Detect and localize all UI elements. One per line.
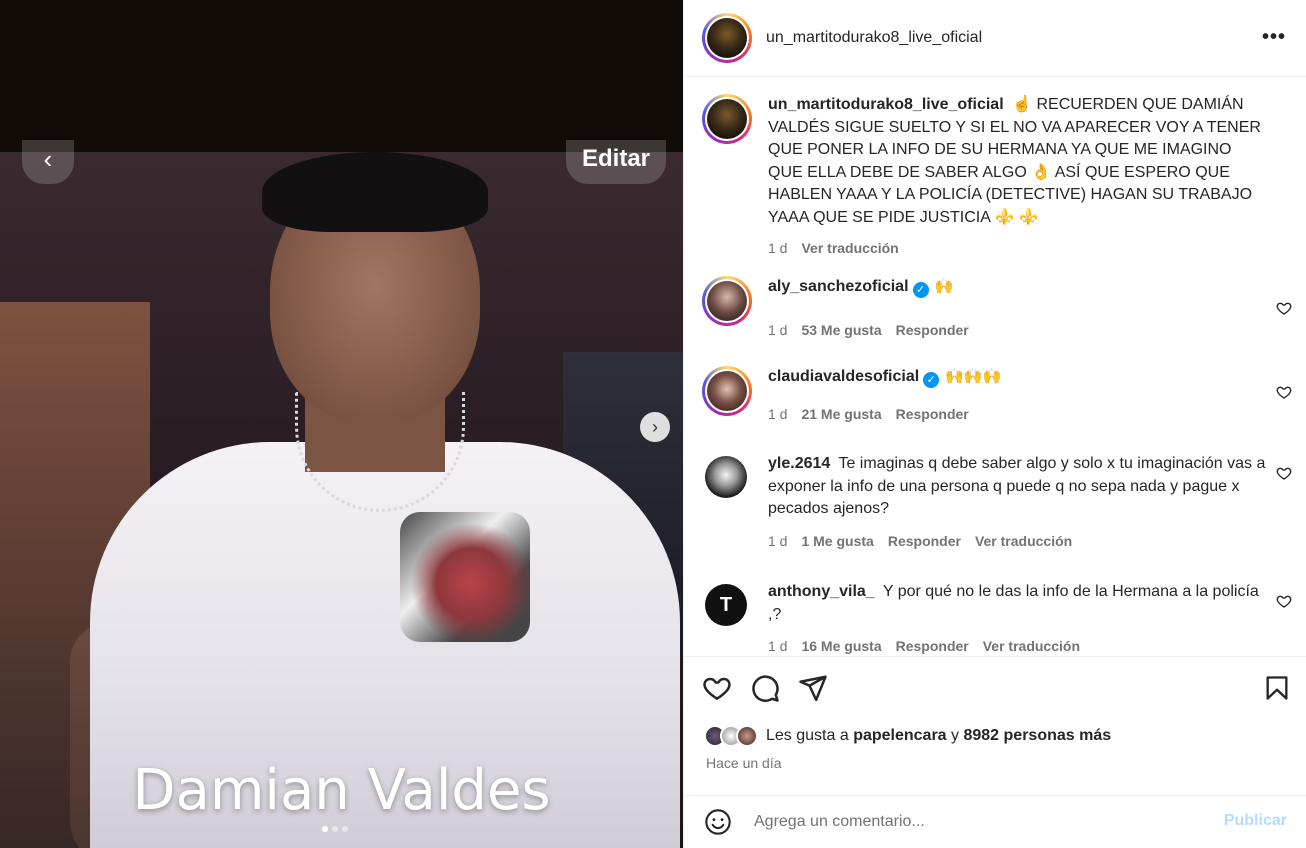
comment-text-block: claudiavaldesoficial ✓ 🙌🙌🙌 [768, 366, 1262, 389]
more-options-icon[interactable]: ••• [1262, 26, 1286, 49]
chevron-right-icon: › [652, 417, 658, 437]
save-button[interactable] [1263, 673, 1291, 703]
verified-badge-icon: ✓ [912, 282, 929, 298]
comment-reply-button[interactable]: Responder [896, 638, 969, 654]
comment-text: 🙌 [934, 278, 954, 295]
heart-icon[interactable] [702, 673, 732, 703]
caption-time[interactable]: 1 d [768, 240, 787, 256]
comment-time[interactable]: 1 d [768, 406, 787, 422]
caption-meta: 1 d Ver traducción [768, 240, 899, 256]
carousel-dot [342, 826, 348, 832]
commenter-avatar[interactable] [702, 453, 752, 503]
commenter-avatar[interactable] [702, 276, 752, 326]
carousel-dot [332, 826, 338, 832]
comment-text-block: yle.2614 Te imaginas q debe saber algo y… [768, 453, 1268, 521]
comment-input[interactable] [754, 809, 1194, 835]
carousel-next-button[interactable]: › [640, 412, 670, 442]
likes-conjunction: y [951, 727, 960, 744]
bookmark-icon[interactable] [1263, 673, 1291, 703]
action-icons [702, 673, 828, 703]
comment-text: Te imaginas q debe saber algo y solo x t… [768, 455, 1266, 517]
comment-translate[interactable]: Ver traducción [975, 533, 1072, 549]
comment-meta: 1 d 53 Me gusta Responder [768, 322, 969, 338]
comment-translate[interactable]: Ver traducción [983, 638, 1080, 654]
photo-caption-text: Damian Valdes [132, 758, 551, 823]
comment-meta: 1 d 1 Me gusta Responder Ver traducción [768, 533, 1072, 549]
caption-text: ☝️ RECUERDEN QUE DAMIÁN VALDÉS SIGUE SUE… [768, 96, 1261, 226]
publish-button[interactable]: Publicar [1224, 812, 1287, 830]
emoji-icon[interactable] [704, 808, 732, 836]
comment-meta: 1 d 21 Me gusta Responder [768, 406, 969, 422]
comment-likes[interactable]: 16 Me gusta [801, 638, 881, 654]
comment-reply-button[interactable]: Responder [896, 406, 969, 422]
comment-icon[interactable] [750, 673, 780, 703]
comment-likes[interactable]: 21 Me gusta [801, 406, 881, 422]
likes-user[interactable]: papelencara [853, 727, 946, 745]
comment-likes[interactable]: 53 Me gusta [801, 322, 881, 338]
comment-reply-button[interactable]: Responder [896, 322, 969, 338]
comments-list[interactable]: un_martitodurako8_live_oficial ☝️ RECUER… [684, 78, 1306, 656]
comment-reply-button[interactable]: Responder [888, 533, 961, 549]
caption-avatar[interactable] [702, 94, 752, 144]
likes-others[interactable]: 8982 personas más [963, 727, 1111, 745]
commenter-avatar[interactable]: T [702, 581, 752, 631]
photo-hair [262, 152, 488, 232]
media-letterbox [0, 0, 683, 152]
comment-text: 🙌🙌🙌 [945, 368, 1002, 385]
comment-likes[interactable]: 1 Me gusta [801, 533, 873, 549]
comment-time[interactable]: 1 d [768, 533, 787, 549]
photo-edit-label: Editar [566, 140, 666, 184]
comment-username[interactable]: claudiavaldesoficial [768, 368, 919, 385]
post-media: ‹ Editar Damian Valdes › [0, 0, 683, 848]
share-icon[interactable] [798, 673, 828, 703]
carousel-dot [322, 826, 328, 832]
comment-text-block: anthony_vila_ Y por qué no le das la inf… [768, 581, 1268, 626]
comment-like-heart-icon[interactable] [1276, 593, 1292, 609]
comment-username[interactable]: yle.2614 [768, 455, 830, 472]
add-comment-bar: Publicar [684, 795, 1306, 848]
comment-time[interactable]: 1 d [768, 638, 787, 654]
liker-avatar [736, 725, 758, 747]
comment-time[interactable]: 1 d [768, 322, 787, 338]
comment-like-heart-icon[interactable] [1276, 384, 1292, 400]
liker-avatars [704, 725, 758, 747]
author-avatar[interactable] [702, 13, 752, 63]
post-header: un_martitodurako8_live_oficial ••• [684, 0, 1306, 77]
comment-like-heart-icon[interactable] [1276, 300, 1292, 316]
comment-text-block: aly_sanchezoficial ✓ 🙌 [768, 276, 1262, 299]
post-time[interactable]: Hace un día [706, 755, 782, 771]
caption-username[interactable]: un_martitodurako8_live_oficial [768, 96, 1004, 113]
post-actions: Les gusta a papelencara y 8982 personas … [684, 656, 1306, 771]
likes-summary[interactable]: Les gusta a papelencara y 8982 personas … [704, 725, 1111, 747]
caption-text-block: un_martitodurako8_live_oficial ☝️ RECUER… [768, 94, 1268, 229]
likes-prefix: Les gusta a [766, 727, 849, 744]
caption-translate[interactable]: Ver traducción [801, 240, 898, 256]
comment-meta: 1 d 16 Me gusta Responder Ver traducción [768, 638, 1080, 654]
chevron-left-icon: ‹ [22, 140, 74, 184]
post-side-panel: un_martitodurako8_live_oficial ••• un_ma… [683, 0, 1306, 848]
commenter-avatar[interactable] [702, 366, 752, 416]
post-photo: ‹ Editar Damian Valdes [0, 140, 683, 848]
comment-username[interactable]: anthony_vila_ [768, 583, 875, 600]
comment-like-heart-icon[interactable] [1276, 465, 1292, 481]
photo-shirt-print [400, 512, 530, 642]
anthony-logo-icon: T [719, 593, 733, 616]
verified-badge-icon: ✓ [923, 372, 940, 388]
comment-username[interactable]: aly_sanchezoficial [768, 278, 909, 295]
carousel-indicator [322, 826, 348, 832]
author-username[interactable]: un_martitodurako8_live_oficial [766, 29, 982, 47]
